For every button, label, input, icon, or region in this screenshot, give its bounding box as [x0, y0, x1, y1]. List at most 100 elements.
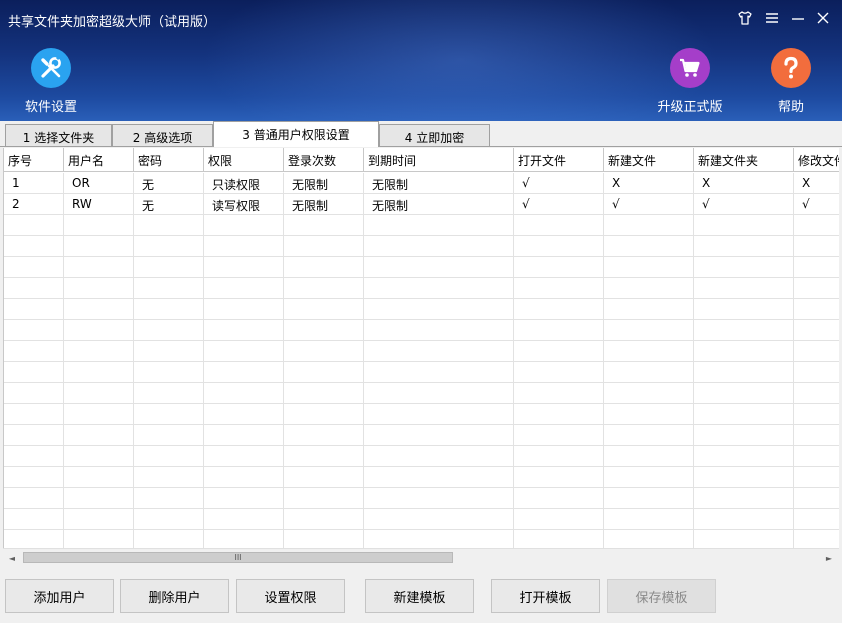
cell-modify-file — [794, 341, 839, 362]
cell-index — [4, 488, 64, 509]
table-row-empty — [4, 509, 839, 530]
cell-new-folder — [694, 362, 794, 383]
tab-encrypt-now[interactable]: 4 立即加密 — [379, 124, 490, 146]
cell-expiry: 无限制 — [364, 194, 514, 215]
cell-username — [64, 215, 134, 236]
col-header-new-file[interactable]: 新建文件 — [604, 148, 694, 172]
col-header-permission[interactable]: 权限 — [204, 148, 284, 172]
scroll-left-icon[interactable]: ◄ — [6, 552, 18, 564]
cell-password — [134, 509, 204, 530]
header-glow — [200, 0, 720, 121]
cell-expiry — [364, 425, 514, 446]
col-header-password[interactable]: 密码 — [134, 148, 204, 172]
cell-password — [134, 278, 204, 299]
cell-index: 1 — [4, 173, 64, 194]
cell-permission — [204, 278, 284, 299]
cell-password — [134, 446, 204, 467]
upgrade-button[interactable]: 升级正式版 — [650, 48, 730, 118]
settings-label: 软件设置 — [24, 100, 77, 115]
menu-button[interactable] — [762, 8, 782, 28]
cell-modify-file — [794, 236, 839, 257]
cell-login-count — [284, 362, 364, 383]
tools-icon — [31, 48, 71, 88]
cell-login-count — [284, 509, 364, 530]
cell-new-folder: X — [694, 173, 794, 194]
scroll-thumb[interactable]: III — [23, 552, 453, 563]
table-row-empty — [4, 467, 839, 488]
cell-new-file — [604, 299, 694, 320]
cell-new-file — [604, 362, 694, 383]
cell-username — [64, 278, 134, 299]
open-template-button[interactable]: 打开模板 — [491, 579, 600, 613]
cell-open-file — [514, 257, 604, 278]
add-user-button[interactable]: 添加用户 — [5, 579, 114, 613]
new-template-button[interactable]: 新建模板 — [365, 579, 474, 613]
cell-new-folder — [694, 488, 794, 509]
cell-new-file — [604, 446, 694, 467]
cell-modify-file: X — [794, 173, 839, 194]
tab-select-folder[interactable]: 1 选择文件夹 — [5, 124, 112, 146]
cell-login-count — [284, 404, 364, 425]
cell-new-file — [604, 341, 694, 362]
cell-modify-file — [794, 362, 839, 383]
cell-new-folder — [694, 215, 794, 236]
scroll-right-icon[interactable]: ► — [823, 552, 835, 564]
cell-username: RW — [64, 194, 134, 215]
cell-new-folder — [694, 446, 794, 467]
col-header-index[interactable]: 序号 — [4, 148, 64, 172]
cell-permission — [204, 446, 284, 467]
col-header-expiry[interactable]: 到期时间 — [364, 148, 514, 172]
help-button[interactable]: 帮助 — [751, 48, 831, 118]
horizontal-scrollbar[interactable]: ◄ III ► — [3, 548, 839, 565]
cell-new-file — [604, 404, 694, 425]
cell-new-file: √ — [604, 194, 694, 215]
cell-login-count — [284, 341, 364, 362]
window-title: 共享文件夹加密超级大师（试用版） — [8, 15, 217, 30]
cell-password: 无 — [134, 173, 204, 194]
cell-username — [64, 383, 134, 404]
col-header-open-file[interactable]: 打开文件 — [514, 148, 604, 172]
cell-username — [64, 362, 134, 383]
cell-new-folder — [694, 383, 794, 404]
table-row[interactable]: 2 RW 无读写权限 无限制 无限制 √ √ √ √ — [4, 194, 839, 215]
question-icon — [771, 48, 811, 88]
cell-index — [4, 404, 64, 425]
cell-password — [134, 215, 204, 236]
close-button[interactable] — [813, 8, 833, 28]
minimize-button[interactable] — [788, 8, 808, 28]
cell-new-file — [604, 320, 694, 341]
cell-password — [134, 257, 204, 278]
cell-permission — [204, 299, 284, 320]
delete-user-button[interactable]: 删除用户 — [120, 579, 229, 613]
minimize-icon — [792, 18, 804, 20]
skin-button[interactable] — [735, 8, 755, 28]
user-permission-table[interactable]: 序号 用户名 密码 权限 登录次数 到期时间 打开文件 新建文件 新建文件夹 修… — [3, 148, 839, 548]
cell-modify-file — [794, 215, 839, 236]
cell-new-folder — [694, 425, 794, 446]
cell-username — [64, 341, 134, 362]
cell-index — [4, 299, 64, 320]
col-header-login-count[interactable]: 登录次数 — [284, 148, 364, 172]
table-row[interactable]: 1 OR 无只读权限 无限制 无限制 √ X X X — [4, 173, 839, 194]
cell-password — [134, 488, 204, 509]
cell-permission — [204, 341, 284, 362]
set-permission-button[interactable]: 设置权限 — [236, 579, 345, 613]
cell-new-folder — [694, 404, 794, 425]
cell-index — [4, 446, 64, 467]
tab-advanced-options[interactable]: 2 高级选项 — [112, 124, 213, 146]
cell-login-count — [284, 299, 364, 320]
tab-user-permissions[interactable]: 3 普通用户权限设置 — [213, 121, 379, 147]
help-label: 帮助 — [777, 100, 804, 115]
col-header-username[interactable]: 用户名 — [64, 148, 134, 172]
cell-index — [4, 341, 64, 362]
cell-modify-file — [794, 488, 839, 509]
cell-username — [64, 236, 134, 257]
cell-modify-file — [794, 278, 839, 299]
cell-permission — [204, 236, 284, 257]
software-settings-button[interactable]: 软件设置 — [11, 48, 91, 118]
cell-new-folder — [694, 509, 794, 530]
shirt-icon — [738, 11, 752, 25]
col-header-modify-file[interactable]: 修改文件 — [794, 148, 839, 172]
cell-username — [64, 404, 134, 425]
col-header-new-folder[interactable]: 新建文件夹 — [694, 148, 794, 172]
